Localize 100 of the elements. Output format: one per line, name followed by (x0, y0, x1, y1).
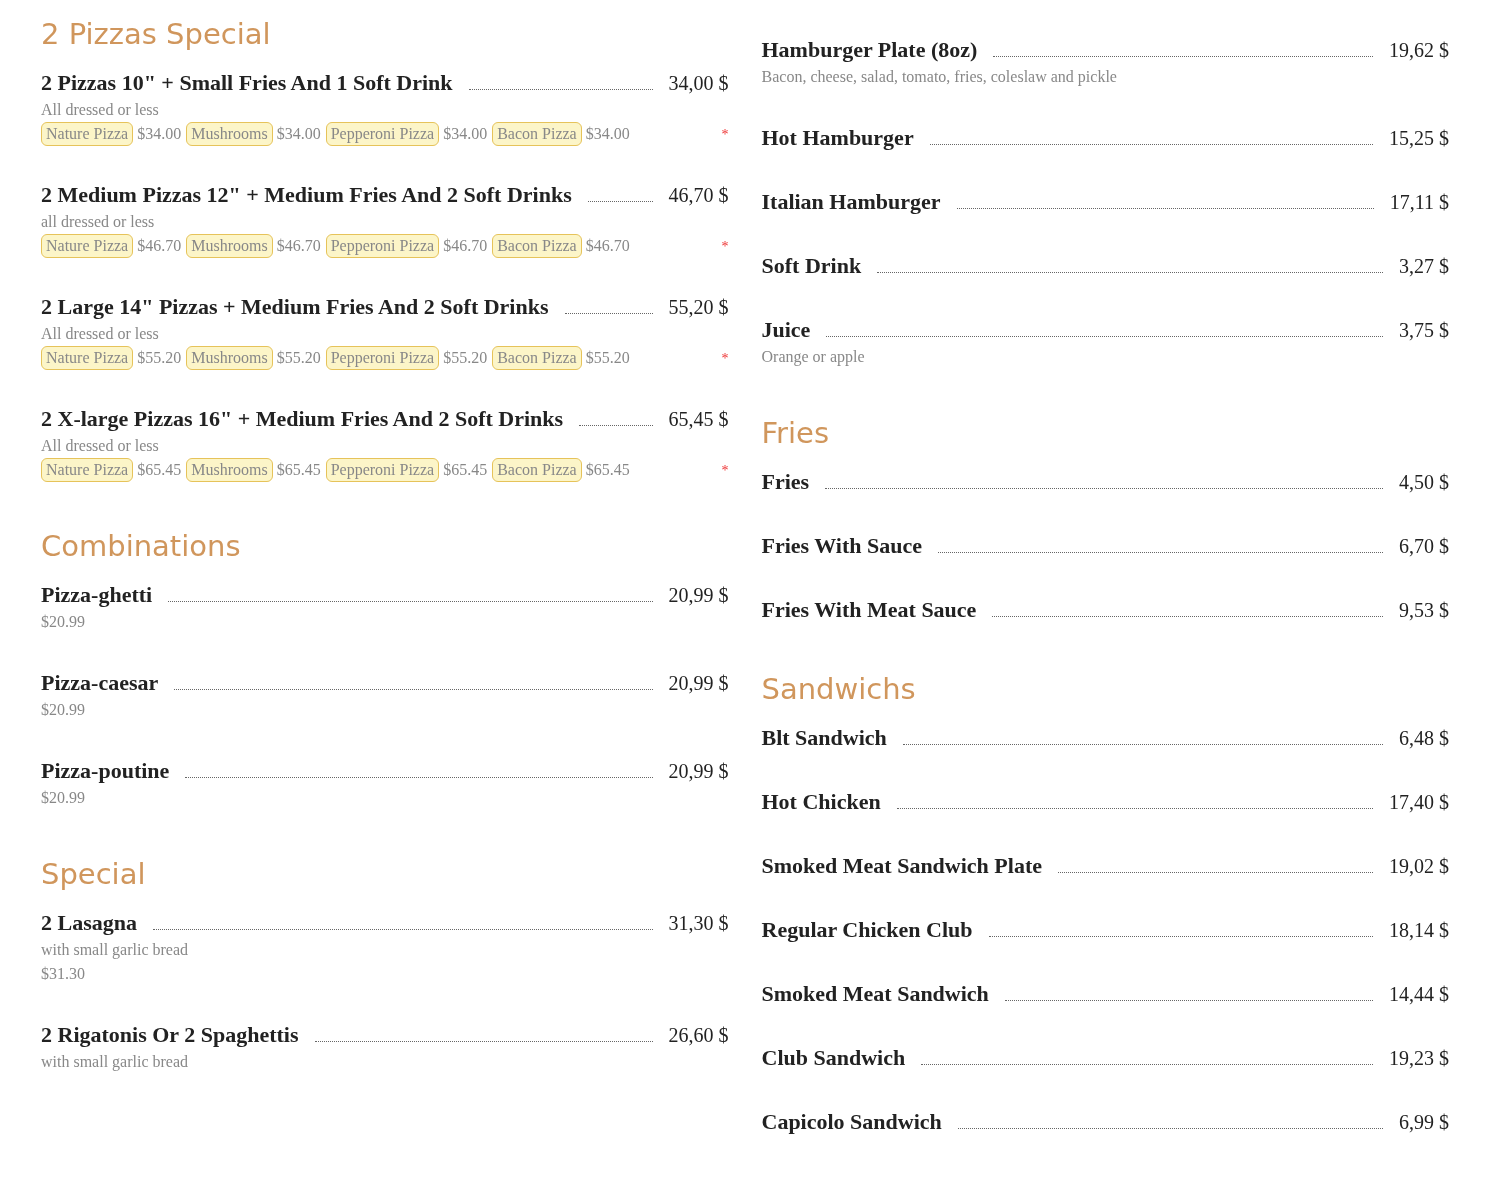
dish-price: 6,48 $ (1399, 726, 1449, 751)
option-tag[interactable]: Bacon Pizza (492, 122, 582, 146)
option-tag[interactable]: Pepperoni Pizza (325, 122, 440, 146)
option-tag[interactable]: Nature Pizza (41, 234, 134, 258)
dish-description: $20.99 (41, 700, 86, 720)
option-tag[interactable]: Mushrooms (186, 122, 273, 146)
option-price: $55.20 (137, 348, 182, 368)
dish-price: 14,44 $ (1389, 982, 1449, 1007)
dish-description: All dressed or less (41, 100, 160, 120)
option-price: $55.20 (276, 348, 321, 368)
dish-name: 2 Medium Pizzas 12" + Medium Fries And 2 Soft Drinks (41, 181, 572, 209)
dish-price: 20,99 $ (668, 583, 729, 608)
section-title: Combinations (41, 528, 242, 565)
option-price: $34.00 (585, 124, 630, 144)
dish-price: 19,62 $ (1389, 38, 1449, 63)
dish-price: 17,11 $ (1389, 190, 1449, 215)
dish-description: all dressed or less (41, 212, 156, 232)
dish-name: Pizza-caesar (41, 669, 159, 697)
dish-name: 2 Rigatonis Or 2 Spaghettis (41, 1021, 299, 1049)
option-tag[interactable]: Mushrooms (186, 458, 273, 482)
option-price: $46.70 (276, 236, 321, 256)
dish-name: 2 Pizzas 10" + Small Fries And 1 Soft Drink (41, 69, 453, 97)
dish-description: $20.99 (41, 788, 86, 808)
option-tag[interactable]: Nature Pizza (41, 346, 134, 370)
dish-price: 15,25 $ (1389, 126, 1449, 151)
dish-price: 31,30 $ (668, 911, 729, 936)
option-tag[interactable]: Pepperoni Pizza (325, 458, 440, 482)
dish-description: All dressed or less (41, 324, 160, 344)
section-title: Special (41, 856, 147, 893)
dish-name: Capicolo Sandwich (761, 1108, 942, 1136)
dish-name: Regular Chicken Club (761, 916, 973, 944)
option-tag[interactable]: Bacon Pizza (492, 458, 582, 482)
required-mark: * (721, 349, 729, 368)
option-price: $65.45 (137, 460, 182, 480)
option-tag[interactable]: Pepperoni Pizza (325, 346, 440, 370)
option-price: $46.70 (137, 236, 182, 256)
dish-name: Hamburger Plate (8oz) (761, 36, 978, 64)
dish-name: 2 X-large Pizzas 16" + Medium Fries And 2 Soft Drinks (41, 405, 564, 433)
dish-description: $20.99 (41, 612, 86, 632)
dish-name: Pizza-ghetti (41, 581, 153, 609)
option-price: $34.00 (276, 124, 321, 144)
dish-price: 18,14 $ (1389, 918, 1449, 943)
dish-name: Pizza-poutine (41, 757, 170, 785)
section-title: Sandwichs (761, 671, 917, 708)
section-title: 2 Pizzas Special (41, 16, 272, 53)
dish-name: Smoked Meat Sandwich (761, 980, 989, 1008)
dish-price: 55,20 $ (668, 295, 729, 320)
dish-name: Hot Chicken (761, 788, 881, 816)
dish-description: All dressed or less (41, 436, 160, 456)
dish-name: 2 Lasagna (41, 909, 137, 937)
dish-price: 20,99 $ (668, 759, 729, 784)
dish-description: with small garlic bread (41, 940, 190, 961)
section-title: Fries (761, 415, 830, 452)
option-tag[interactable]: Nature Pizza (41, 458, 134, 482)
option-tag[interactable]: Bacon Pizza (492, 234, 582, 258)
option-price: $34.00 (137, 124, 182, 144)
option-price: $46.70 (585, 236, 630, 256)
option-tag[interactable]: Pepperoni Pizza (325, 234, 440, 258)
option-price: $65.45 (276, 460, 321, 480)
option-price: $65.45 (585, 460, 630, 480)
dish-price: 3,27 $ (1399, 254, 1449, 279)
dish-description: Orange or apple (761, 347, 866, 368)
option-tag[interactable]: Mushrooms (186, 346, 273, 370)
dish-price: 20,99 $ (668, 671, 729, 696)
dish-price: 46,70 $ (668, 183, 729, 208)
required-mark: * (721, 237, 729, 256)
dish-price: 65,45 $ (668, 407, 729, 432)
dish-price: 26,60 $ (668, 1023, 729, 1048)
dish-name: Smoked Meat Sandwich Plate (761, 852, 1042, 880)
option-price: $65.45 (443, 460, 488, 480)
option-price: $55.20 (443, 348, 488, 368)
option-tag[interactable]: Bacon Pizza (492, 346, 582, 370)
dish-name: Blt Sandwich (761, 724, 887, 752)
dish-price: 19,02 $ (1389, 854, 1449, 879)
dish-price: 3,75 $ (1399, 318, 1449, 343)
required-mark: * (721, 461, 729, 480)
dish-price: 4,50 $ (1399, 470, 1449, 495)
dish-name: 2 Large 14" Pizzas + Medium Fries And 2 Soft Drinks (41, 293, 549, 321)
dish-name: Juice (761, 316, 811, 344)
dish-description: $31.30 (41, 964, 86, 984)
dish-name: Soft Drink (761, 252, 862, 280)
dish-name: Italian Hamburger (761, 188, 941, 216)
dish-name: Fries With Meat Sauce (761, 596, 977, 624)
option-tag[interactable]: Nature Pizza (41, 122, 134, 146)
required-mark: * (721, 125, 729, 144)
dish-description: Bacon, cheese, salad, tomato, fries, coleslaw and pickle (761, 67, 1118, 88)
option-tag[interactable]: Mushrooms (186, 234, 273, 258)
dish-price: 19,23 $ (1389, 1046, 1449, 1071)
dish-description: with small garlic bread (41, 1052, 190, 1073)
dish-price: 17,40 $ (1389, 790, 1449, 815)
option-price: $34.00 (443, 124, 488, 144)
option-price: $55.20 (585, 348, 630, 368)
dish-price: 9,53 $ (1399, 598, 1449, 623)
dish-name: Fries With Sauce (761, 532, 923, 560)
dish-name: Fries (761, 468, 810, 496)
dish-price: 6,99 $ (1399, 1110, 1449, 1135)
option-price: $46.70 (443, 236, 488, 256)
dish-name: Hot Hamburger (761, 124, 914, 152)
dish-name: Club Sandwich (761, 1044, 906, 1072)
dish-price: 6,70 $ (1399, 534, 1449, 559)
